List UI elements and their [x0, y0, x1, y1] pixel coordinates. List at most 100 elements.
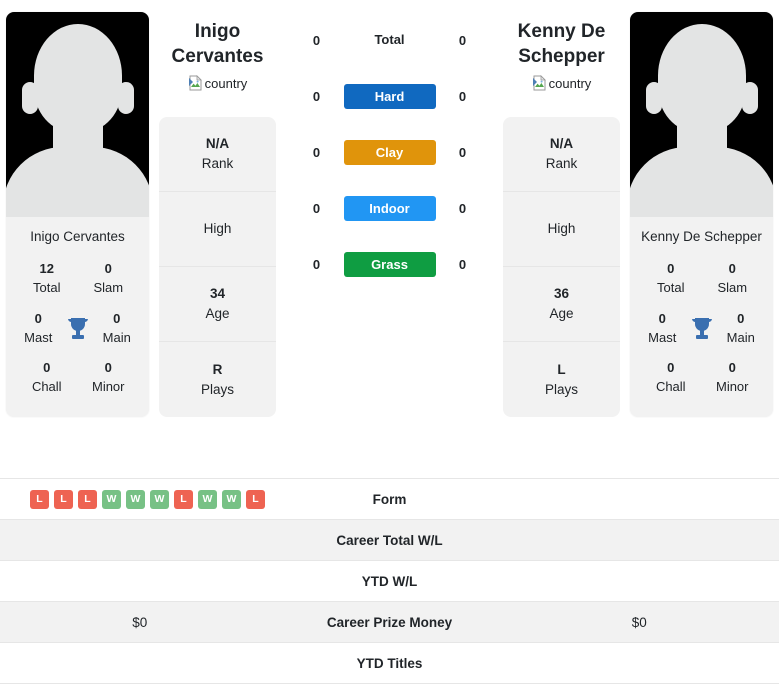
broken-image-icon: [532, 75, 548, 91]
surface-label-total-wrap: Total: [344, 31, 436, 49]
titles-chall-label: Chall: [655, 379, 686, 395]
table-row-career-prize-money: $0 Career Prize Money $0: [0, 602, 779, 643]
titles-row-mast-main: 0 Mast 0 Main: [12, 304, 143, 354]
player-2-plays-cell: L Plays: [503, 342, 620, 417]
player-1-country-alt: country: [204, 76, 248, 92]
row-label-form: Form: [372, 491, 407, 507]
player-1-name[interactable]: Inigo Cervantes: [159, 12, 276, 75]
form-badge-win[interactable]: W: [126, 489, 145, 509]
player-1-indoor-value: 0: [312, 200, 321, 216]
surface-row-clay: 0 Clay 0: [286, 124, 493, 180]
form-badge-win[interactable]: W: [150, 489, 169, 509]
player-2-total-value: 0: [458, 32, 467, 48]
player-2-name[interactable]: Kenny De Schepper: [503, 12, 620, 75]
form-badge-win[interactable]: W: [222, 489, 241, 509]
trophy-icon: [61, 317, 95, 341]
player-2-rank-cell: N/A Rank: [503, 117, 620, 193]
silhouette-body-icon: [6, 147, 149, 217]
player-1-grass-value: 0: [312, 256, 321, 272]
player-2-high-label: High: [547, 221, 576, 237]
player-1-form-cell: LLLWWWLWWL: [0, 489, 280, 509]
player-1-age-value: 34: [209, 286, 226, 302]
titles-row-mast-main: 0 Mast 0 Main: [636, 304, 767, 354]
player-1-age-cell: 34 Age: [159, 267, 276, 343]
surface-label-total: Total: [374, 32, 405, 47]
surface-row-hard: 0 Hard 0: [286, 68, 493, 124]
surface-badge-hard[interactable]: Hard: [343, 83, 436, 109]
titles-mast-value: 0: [658, 310, 666, 326]
titles-total: 0 Total: [640, 260, 702, 298]
player-1-hard-value: 0: [312, 88, 321, 104]
surface-row-grass: 0 Grass 0: [286, 236, 493, 292]
titles-mast-label: Mast: [648, 329, 677, 345]
titles-chall-value: 0: [667, 360, 675, 376]
player-1-card-name: Inigo Cervantes: [6, 217, 149, 254]
surface-label-indoor-wrap: Indoor: [343, 195, 436, 221]
titles-chall-value: 0: [43, 360, 51, 376]
player-1-rank-value: N/A: [205, 136, 230, 152]
form-badge-loss[interactable]: L: [174, 489, 193, 509]
titles-chall-label: Chall: [31, 379, 62, 395]
titles-slam-value: 0: [104, 261, 112, 276]
player-1-photo: [6, 12, 149, 217]
player-1-name-line-2: Cervantes: [171, 45, 264, 67]
player-1-info-column: Inigo Cervantes country N/A Rank High 34…: [155, 12, 280, 418]
player-2-info-column: Kenny De Schepper country N/A Rank High …: [499, 12, 624, 418]
form-badge-loss[interactable]: L: [30, 489, 49, 509]
form-badge-loss[interactable]: L: [78, 489, 97, 509]
form-badge-loss[interactable]: L: [246, 489, 265, 509]
broken-image-icon: [188, 75, 204, 91]
row-label-career-prize-money: Career Prize Money: [326, 614, 453, 630]
player-2-rank-label: Rank: [545, 156, 578, 172]
titles-row-total-slam: 0 Total 0 Slam: [636, 254, 767, 304]
player-1-clay-value: 0: [312, 144, 321, 160]
surface-badge-grass[interactable]: Grass: [343, 251, 436, 277]
player-1-rank-label: Rank: [201, 156, 234, 172]
trophy-icon: [685, 317, 719, 341]
player-2-indoor-value: 0: [458, 200, 467, 216]
player-1-plays-label: Plays: [200, 381, 234, 397]
player-2-age-label: Age: [549, 306, 574, 322]
player-1-avatar-column: Inigo Cervantes 12 Total 0 Slam 0 Mast 0…: [0, 12, 155, 418]
comparison-table: LLLWWWLWWL Form Career Total W/L YTD W/L…: [0, 478, 779, 684]
player-2-country-alt: country: [548, 76, 592, 92]
silhouette-ear-right-icon: [741, 82, 758, 114]
form-badge-win[interactable]: W: [198, 489, 217, 509]
titles-total-label: Total: [657, 279, 685, 295]
titles-chall: 0 Chall: [640, 359, 702, 397]
player-2-avatar-card[interactable]: Kenny De Schepper 0 Total 0 Slam 0 Mast …: [630, 12, 773, 418]
player-2-rank-card: N/A Rank High 36 Age L Plays: [503, 117, 620, 418]
player-1-career-prize-money: $0: [132, 614, 148, 630]
player-2-rank-value: N/A: [549, 136, 574, 152]
surface-row-total: 0 Total 0: [286, 12, 493, 68]
row-label-ytd-wl: YTD W/L: [361, 573, 418, 589]
form-badge-loss[interactable]: L: [54, 489, 73, 509]
player-1-avatar-card[interactable]: Inigo Cervantes 12 Total 0 Slam 0 Mast 0…: [6, 12, 149, 418]
player-2-photo: [630, 12, 773, 217]
player-2-age-cell: 36 Age: [503, 267, 620, 343]
surface-label-clay-wrap: Clay: [343, 139, 436, 165]
player-1-plays-cell: R Plays: [159, 342, 276, 417]
player-2-high-cell: High: [503, 192, 620, 268]
player-2-clay-value: 0: [458, 144, 467, 160]
player-2-age-value: 36: [553, 286, 570, 302]
player-1-high-label: High: [203, 221, 232, 237]
surface-label-hard-wrap: Hard: [343, 83, 436, 109]
surface-badge-clay[interactable]: Clay: [343, 139, 436, 165]
table-row-career-total-wl: Career Total W/L: [0, 520, 779, 561]
player-1-total-value: 0: [312, 32, 321, 48]
titles-mast-label: Mast: [24, 329, 53, 345]
player-1-form-strip: LLLWWWLWWL: [10, 489, 265, 509]
player-2-plays-value: L: [557, 361, 566, 377]
player-1-titles-grid: 12 Total 0 Slam 0 Mast 0 Main 0 Chall 0 …: [6, 254, 149, 418]
titles-chall: 0 Chall: [16, 359, 78, 397]
surface-badge-indoor[interactable]: Indoor: [343, 195, 436, 221]
row-label-ytd-titles: YTD Titles: [356, 655, 423, 671]
titles-row-chall-minor: 0 Chall 0 Minor: [12, 353, 143, 403]
titles-main-label: Main: [726, 329, 755, 345]
player-2-grass-value: 0: [458, 256, 467, 272]
table-row-form: LLLWWWLWWL Form: [0, 479, 779, 520]
form-badge-win[interactable]: W: [102, 489, 121, 509]
titles-total-value: 12: [39, 261, 54, 276]
titles-mast-value: 0: [34, 310, 42, 326]
